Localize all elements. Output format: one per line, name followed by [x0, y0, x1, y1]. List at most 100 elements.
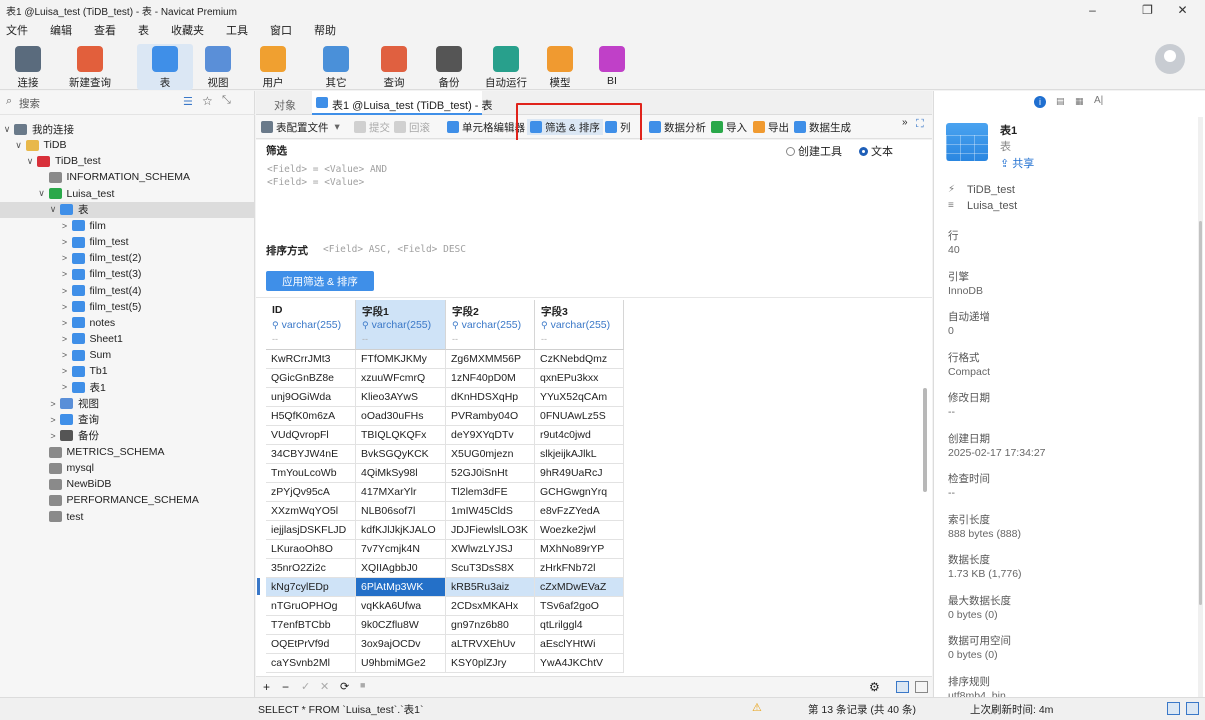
menu-favorites[interactable]: 收藏夹	[171, 22, 204, 38]
menu-window[interactable]: 窗口	[270, 22, 292, 38]
stop-button[interactable]: ■	[360, 680, 365, 690]
expand-toggle-icon[interactable]: >	[60, 302, 70, 312]
builder-radio[interactable]: 创建工具	[786, 143, 842, 159]
table-cell[interactable]: YYuX52qCAm	[535, 388, 624, 407]
table-cell[interactable]: xzuuWFcmrQ	[356, 369, 446, 388]
table-cell[interactable]: OQEtPrVf9d	[266, 635, 356, 654]
table-cell[interactable]: e8vFzZYedA	[535, 502, 624, 521]
table-cell[interactable]: Klieo3AYwS	[356, 388, 446, 407]
expand-toggle-icon[interactable]: >	[60, 366, 70, 376]
tree-item[interactable]: > film_test	[0, 234, 254, 250]
table-cell[interactable]: KwRCrrJMt3	[266, 350, 356, 369]
expand-toggle-icon[interactable]: ∨	[2, 124, 12, 135]
expand-toggle-icon[interactable]: ∨	[14, 140, 24, 151]
table-cell[interactable]: T7enfBTCbb	[266, 616, 356, 635]
table-cell[interactable]: FTfOMKJKMy	[356, 350, 446, 369]
tree-item[interactable]: mysql	[0, 460, 254, 476]
tree-item[interactable]: METRICS_SCHEMA	[0, 444, 254, 460]
table-cell[interactable]: qtLrilggl4	[535, 616, 624, 635]
menu-edit[interactable]: 编辑	[50, 22, 72, 38]
warning-icon[interactable]: ⚠	[752, 701, 762, 714]
tree-item[interactable]: > film_test(3)	[0, 266, 254, 282]
expand-toggle-icon[interactable]: ∨	[48, 204, 58, 215]
table-cell[interactable]: iejjlasjDSKFLJD	[266, 521, 356, 540]
tab-objects[interactable]: 对象	[274, 97, 296, 113]
table-cell[interactable]: XXzmWqYO5l	[266, 502, 356, 521]
toggle-right-pane-icon[interactable]	[1186, 702, 1199, 715]
search-input[interactable]: 搜索	[19, 96, 40, 111]
table-cell[interactable]: cZxMDwEVaZ	[535, 578, 624, 597]
table-cell[interactable]: nTGruOPHOg	[266, 597, 356, 616]
expand-toggle-icon[interactable]: >	[60, 221, 70, 231]
filter-icon[interactable]: ☰	[183, 95, 193, 108]
table-cell[interactable]: XQIIAgbbJ0	[356, 559, 446, 578]
refresh-button[interactable]: ⟳	[340, 680, 349, 693]
table-cell[interactable]: KSY0plZJry	[446, 654, 535, 673]
expand-toggle-icon[interactable]: >	[60, 253, 70, 263]
table-cell[interactable]: 34CBYJW4nE	[266, 445, 356, 464]
table-cell[interactable]: U9hbmiMGe2	[356, 654, 446, 673]
minimize-button[interactable]: –	[1070, 0, 1115, 20]
ribbon-new-query-button[interactable]: 新建查询	[60, 44, 120, 90]
table-cell[interactable]: H5QfK0m6zA	[266, 407, 356, 426]
expand-toggle-icon[interactable]: >	[48, 399, 58, 409]
expand-toggle-icon[interactable]: >	[48, 415, 58, 425]
menu-tools[interactable]: 工具	[226, 22, 248, 38]
table-cell[interactable]: 1mIW45CldS	[446, 502, 535, 521]
table-cell[interactable]: vqKkA6Ufwa	[356, 597, 446, 616]
data-generation-button[interactable]: 数据生成	[794, 119, 851, 135]
expand-toggle-icon[interactable]: ∨	[25, 156, 35, 167]
table-cell[interactable]: Tl2lem3dFE	[446, 483, 535, 502]
column-header[interactable]: ID ⚲ varchar(255) --	[266, 300, 356, 350]
tree-item[interactable]: > 视图	[0, 396, 254, 412]
table-cell[interactable]: YwA4JKChtV	[535, 654, 624, 673]
tree-item[interactable]: > 查询	[0, 412, 254, 428]
table-cell[interactable]: 3ox9ajOCDv	[356, 635, 446, 654]
add-record-button[interactable]: +	[263, 680, 270, 694]
table-cell[interactable]: 9k0CZflu8W	[356, 616, 446, 635]
table-cell[interactable]: 35nrO2Zi2c	[266, 559, 356, 578]
tree-item[interactable]: INFORMATION_SCHEMA	[0, 169, 254, 185]
ribbon-table-button[interactable]: 表	[137, 44, 193, 90]
sort-input[interactable]: <Field> ASC, <Field> DESC	[323, 244, 466, 255]
delete-record-button[interactable]: −	[282, 680, 289, 694]
expand-toggle-icon[interactable]: >	[48, 431, 58, 441]
table-cell[interactable]: XWlwzLYJSJ	[446, 540, 535, 559]
tree-item[interactable]: > film_test(2)	[0, 250, 254, 266]
table-cell[interactable]: TBIQLQKQFx	[356, 426, 446, 445]
table-cell[interactable]: unj9OGiWda	[266, 388, 356, 407]
expand-toggle-icon[interactable]: >	[60, 382, 70, 392]
info-icon[interactable]: i	[1034, 96, 1046, 108]
ai-icon[interactable]: A|	[1094, 95, 1103, 106]
tree-item[interactable]: PERFORMANCE_SCHEMA	[0, 492, 254, 508]
table-cell[interactable]: GCHGwgnYrq	[535, 483, 624, 502]
table-cell[interactable]: MXhNo89rYP	[535, 540, 624, 559]
table-cell[interactable]: kdfKJlJkjKJALO	[356, 521, 446, 540]
column-header[interactable]: 字段3 ⚲ varchar(255) --	[535, 300, 624, 350]
table-cell[interactable]: Zg6MXMM56P	[446, 350, 535, 369]
table-cell[interactable]: gn97nz6b80	[446, 616, 535, 635]
tab-table1[interactable]: 表1 @Luisa_test (TiDB_test) - 表	[312, 91, 493, 115]
table-cell[interactable]: 7v7Ycmjk4N	[356, 540, 446, 559]
import-button[interactable]: 导入	[711, 119, 747, 135]
expand-toggle-icon[interactable]: >	[60, 350, 70, 360]
tree-item[interactable]: > film_test(4)	[0, 283, 254, 299]
tree-item[interactable]: NewBiDB	[0, 476, 254, 492]
star-icon[interactable]: ☆	[202, 94, 213, 108]
table-cell[interactable]: LKuraoOh8O	[266, 540, 356, 559]
grid-view-icon[interactable]	[896, 681, 909, 693]
table-cell[interactable]: caYSvnb2Ml	[266, 654, 356, 673]
avatar[interactable]	[1155, 44, 1185, 74]
expand-toggle-icon[interactable]: >	[60, 334, 70, 344]
table-cell[interactable]: VUdQvropFl	[266, 426, 356, 445]
form-view-icon[interactable]	[915, 681, 928, 693]
ribbon-robot-button[interactable]: 自动运行	[478, 44, 534, 90]
table-cell[interactable]: zHrkFNb72l	[535, 559, 624, 578]
table-cell[interactable]: 417MXarYlr	[356, 483, 446, 502]
filter-line-1[interactable]: <Field> = <Value> AND	[267, 164, 387, 175]
cell-editor-button[interactable]: 单元格编辑器	[447, 119, 525, 135]
discard-changes-button[interactable]: ✕	[320, 680, 329, 693]
close-button[interactable]: ✕	[1160, 0, 1205, 20]
tree-item[interactable]: ∨ 表	[0, 201, 254, 218]
data-analysis-button[interactable]: 数据分析	[649, 119, 706, 135]
